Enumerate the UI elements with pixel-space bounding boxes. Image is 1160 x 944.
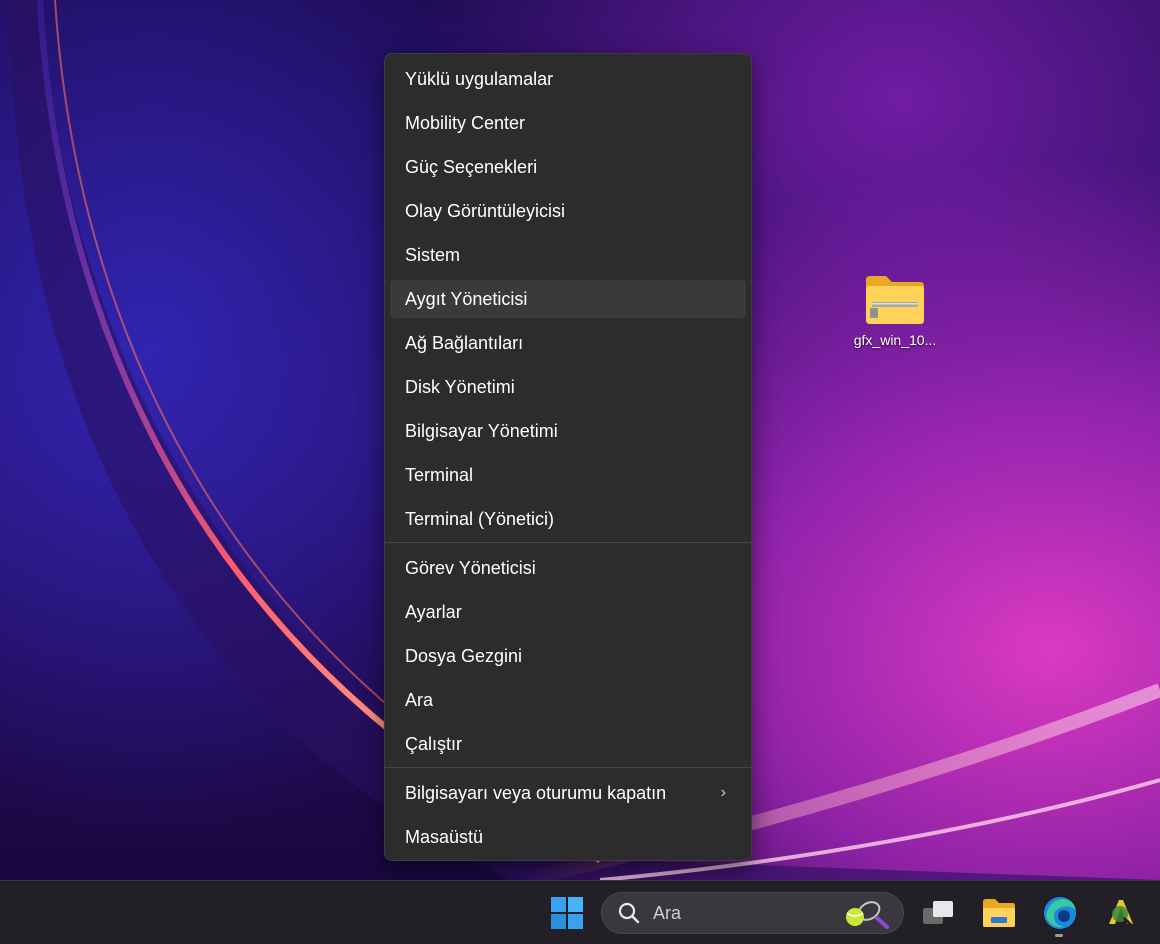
- menu-item-label: Görev Yöneticisi: [405, 558, 536, 578]
- menu-item-label: Ağ Bağlantıları: [405, 333, 524, 353]
- menu-item-label: Terminal: [405, 465, 474, 485]
- taskbar: Ara: [0, 880, 1160, 944]
- tennis-highlight-icon: [846, 901, 889, 929]
- menu-item-terminal-admin[interactable]: Terminal (Yönetici): [390, 497, 746, 541]
- menu-item-terminal[interactable]: Terminal: [390, 453, 746, 497]
- zip-folder-icon: [866, 276, 924, 324]
- menu-item-label: Ayarlar: [405, 602, 462, 622]
- menu-item-power-options[interactable]: Güç Seçenekleri: [390, 145, 746, 189]
- menu-item-label: Mobility Center: [405, 113, 526, 133]
- menu-item-label: Bilgisayar Yönetimi: [405, 421, 558, 441]
- windows-start-icon: [551, 896, 583, 929]
- start-button[interactable]: [545, 881, 589, 944]
- menu-item-search[interactable]: Ara: [390, 678, 746, 722]
- menu-item-label: Bilgisayarı veya oturumu kapatın: [405, 783, 667, 803]
- menu-item-label: Masaüstü: [405, 827, 484, 847]
- menu-item-device-manager[interactable]: Aygıt Yöneticisi: [390, 280, 746, 318]
- running-indicator: [1055, 934, 1063, 937]
- menu-item-label: Sistem: [405, 245, 461, 265]
- menu-item-system[interactable]: Sistem: [390, 233, 746, 277]
- app-icon: [1109, 899, 1135, 928]
- menu-item-disk-management[interactable]: Disk Yönetimi: [390, 365, 746, 409]
- search-placeholder: Ara: [653, 903, 682, 923]
- task-view-icon: [923, 900, 953, 924]
- menu-item-run[interactable]: Çalıştır: [390, 722, 746, 766]
- menu-item-label: Çalıştır: [405, 734, 463, 754]
- menu-item-mobility-center[interactable]: Mobility Center: [390, 101, 746, 145]
- menu-item-network-connections[interactable]: Ağ Bağlantıları: [390, 321, 746, 365]
- context-menu: Yüklü uygulamalar Mobility Center Güç Se…: [384, 53, 752, 861]
- menu-item-shutdown-signout[interactable]: Bilgisayarı veya oturumu kapatın ›: [390, 771, 746, 815]
- pinned-app-button[interactable]: [1098, 881, 1142, 944]
- file-explorer-icon: [983, 898, 1015, 927]
- chevron-right-icon: ›: [720, 784, 726, 801]
- menu-item-desktop[interactable]: Masaüstü: [390, 815, 746, 859]
- menu-item-settings[interactable]: Ayarlar: [390, 590, 746, 634]
- menu-separator: [385, 767, 751, 768]
- task-view-button[interactable]: [916, 881, 960, 944]
- menu-item-label: Disk Yönetimi: [405, 377, 515, 397]
- edge-browser-icon: [1044, 896, 1076, 929]
- menu-item-task-manager[interactable]: Görev Yöneticisi: [390, 546, 746, 590]
- menu-item-label: Aygıt Yöneticisi: [405, 289, 528, 309]
- menu-separator: [385, 542, 751, 543]
- menu-item-label: Terminal (Yönetici): [405, 509, 555, 529]
- menu-item-label: Güç Seçenekleri: [405, 157, 538, 177]
- menu-item-label: Ara: [405, 690, 434, 710]
- search-icon: [618, 902, 640, 924]
- menu-item-file-explorer[interactable]: Dosya Gezgini: [390, 634, 746, 678]
- menu-item-label: Dosya Gezgini: [405, 646, 523, 666]
- search-box[interactable]: Ara: [601, 892, 904, 934]
- menu-item-installed-apps[interactable]: Yüklü uygulamalar: [390, 57, 746, 101]
- desktop-icon-zip-folder[interactable]: gfx_win_10...: [842, 272, 948, 348]
- menu-item-computer-management[interactable]: Bilgisayar Yönetimi: [390, 409, 746, 453]
- menu-item-label: Olay Görüntüleyicisi: [405, 201, 566, 221]
- file-explorer-button[interactable]: [977, 881, 1021, 944]
- menu-item-event-viewer[interactable]: Olay Görüntüleyicisi: [390, 189, 746, 233]
- desktop-icon-label: gfx_win_10...: [853, 332, 937, 348]
- menu-item-label: Yüklü uygulamalar: [405, 69, 554, 89]
